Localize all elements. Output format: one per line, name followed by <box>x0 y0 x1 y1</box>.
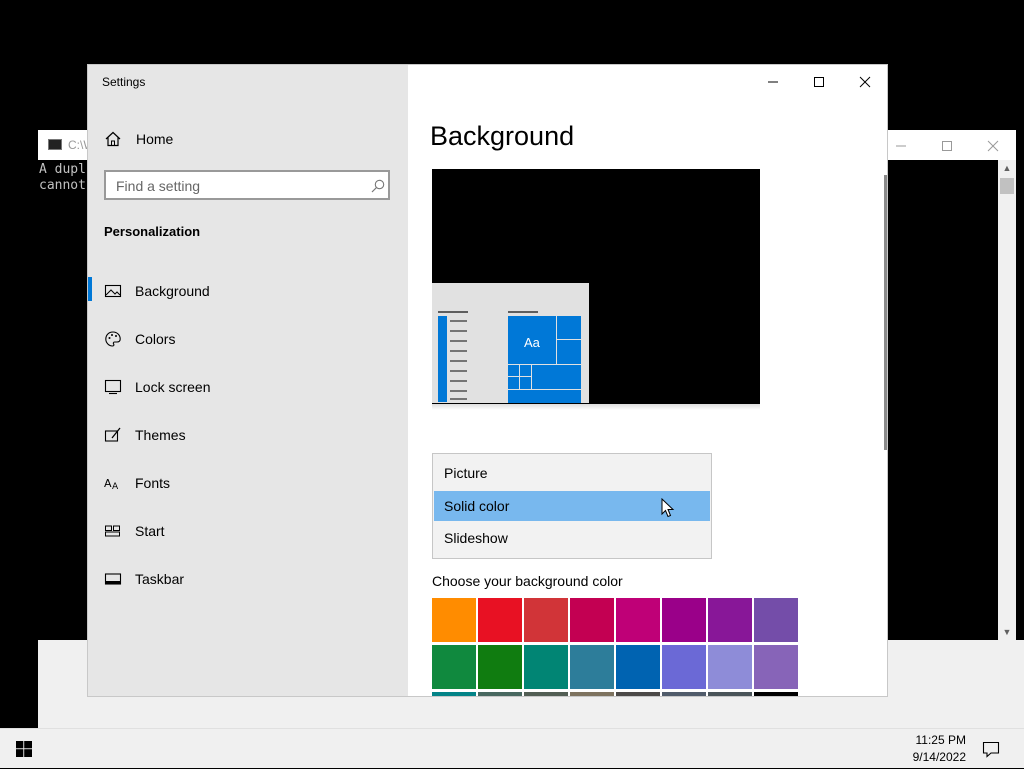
color-swatch[interactable] <box>662 692 706 696</box>
preview-start-menu-graphic <box>438 311 581 403</box>
dropdown-option-picture[interactable]: Picture <box>434 458 710 488</box>
home-link[interactable]: Home <box>104 127 394 151</box>
content-scrollbar[interactable] <box>884 175 887 450</box>
maximize-icon <box>942 141 952 152</box>
color-swatch[interactable] <box>570 645 614 689</box>
taskbar-icon <box>104 573 122 585</box>
console-scrollbar[interactable] <box>998 160 1016 640</box>
scroll-up-arrow-icon[interactable]: ▲ <box>998 160 1016 176</box>
search-input[interactable]: Find a setting <box>104 170 390 200</box>
start-button[interactable] <box>0 729 48 769</box>
color-swatch[interactable] <box>524 598 568 642</box>
color-swatch[interactable] <box>754 692 798 696</box>
preview-start-menu: Aa <box>432 283 589 403</box>
clock-date[interactable]: 9/14/2022 <box>913 750 966 764</box>
sidebar-item-label: Themes <box>135 427 186 443</box>
minimize-icon <box>768 81 778 83</box>
sidebar-item-label: Fonts <box>135 475 171 491</box>
action-center-button[interactable] <box>976 729 1016 769</box>
svg-text:A: A <box>112 482 119 492</box>
sidebar-item-background[interactable]: Background <box>88 271 408 311</box>
maximize-button[interactable] <box>796 65 842 97</box>
home-icon <box>105 131 121 147</box>
color-swatch[interactable] <box>616 598 660 642</box>
console-line: A dupl <box>39 162 86 177</box>
notification-icon <box>982 741 1000 758</box>
taskbar: 11:25 PM 9/14/2022 <box>0 728 1024 768</box>
windows-logo-icon <box>16 741 32 757</box>
color-swatch[interactable] <box>524 645 568 689</box>
section-title: Personalization <box>104 224 201 239</box>
color-swatch[interactable] <box>708 645 752 689</box>
sidebar-item-label: Background <box>135 283 210 299</box>
svg-text:A: A <box>104 477 112 490</box>
maximize-icon <box>814 77 824 88</box>
clock-time[interactable]: 11:25 PM <box>916 733 966 747</box>
color-swatch[interactable] <box>616 645 660 689</box>
console-close-button[interactable] <box>970 130 1016 160</box>
color-swatch[interactable] <box>708 692 752 696</box>
sidebar-item-label: Lock screen <box>135 379 211 395</box>
console-icon <box>48 139 62 150</box>
dropdown-option-slideshow[interactable]: Slideshow <box>434 523 710 553</box>
color-swatch[interactable] <box>754 645 798 689</box>
scroll-down-arrow-icon[interactable]: ▼ <box>998 624 1016 640</box>
sidebar-item-label: Colors <box>135 331 176 347</box>
close-button[interactable] <box>842 65 887 97</box>
color-picker-label: Choose your background color <box>432 573 623 589</box>
color-swatch[interactable] <box>432 598 476 642</box>
color-swatch[interactable] <box>708 598 752 642</box>
fonts-icon: A A <box>104 477 119 492</box>
color-swatch[interactable] <box>570 692 614 696</box>
palette-icon <box>105 331 121 347</box>
sidebar-item-start[interactable]: Start <box>88 511 408 551</box>
start-icon <box>105 525 120 537</box>
option-label: Solid color <box>444 498 510 514</box>
color-swatch[interactable] <box>478 598 522 642</box>
console-output: A dupl cannot <box>39 162 86 194</box>
search-placeholder: Find a setting <box>116 178 201 194</box>
console-line: cannot <box>39 178 86 193</box>
color-swatch[interactable] <box>570 598 614 642</box>
page-title: Background <box>430 121 575 151</box>
home-label: Home <box>136 131 174 147</box>
settings-window: Settings Home Find a setting Personaliza… <box>87 64 888 697</box>
color-swatch[interactable] <box>478 645 522 689</box>
color-swatch[interactable] <box>616 692 660 696</box>
background-preview: Aa <box>432 169 760 404</box>
color-swatch[interactable] <box>478 692 522 696</box>
sidebar-item-themes[interactable]: Themes <box>88 415 408 455</box>
option-label: Picture <box>444 465 488 481</box>
color-swatch[interactable] <box>662 598 706 642</box>
color-swatch[interactable] <box>432 692 476 696</box>
themes-icon <box>104 427 121 442</box>
close-icon <box>987 140 999 152</box>
settings-sidebar: Settings Home Find a setting Personaliza… <box>88 65 408 696</box>
window-title: Settings <box>102 75 146 89</box>
close-icon <box>859 76 871 88</box>
preview-shadow <box>432 404 760 410</box>
picture-icon <box>104 284 122 298</box>
sidebar-item-label: Start <box>135 523 165 539</box>
console-maximize-button[interactable] <box>924 130 970 160</box>
color-swatch[interactable] <box>754 598 798 642</box>
sidebar-item-taskbar[interactable]: Taskbar <box>88 559 408 599</box>
sidebar-item-lock-screen[interactable]: Lock screen <box>88 367 408 407</box>
sidebar-item-fonts[interactable]: A A Fonts <box>88 463 408 503</box>
color-swatch[interactable] <box>662 645 706 689</box>
color-swatch-grid <box>432 598 802 696</box>
minimize-button[interactable] <box>750 65 796 97</box>
mouse-cursor-icon <box>661 498 675 518</box>
sidebar-item-label: Taskbar <box>135 571 185 587</box>
option-label: Slideshow <box>444 530 508 546</box>
search-icon[interactable] <box>370 178 386 194</box>
preview-tile-label: Aa <box>524 335 540 350</box>
color-swatch[interactable] <box>524 692 568 696</box>
sidebar-item-colors[interactable]: Colors <box>88 319 408 359</box>
console-scrollbar-thumb[interactable] <box>1000 178 1014 194</box>
lock-screen-icon <box>104 379 122 395</box>
minimize-icon <box>896 145 906 147</box>
color-swatch[interactable] <box>432 645 476 689</box>
